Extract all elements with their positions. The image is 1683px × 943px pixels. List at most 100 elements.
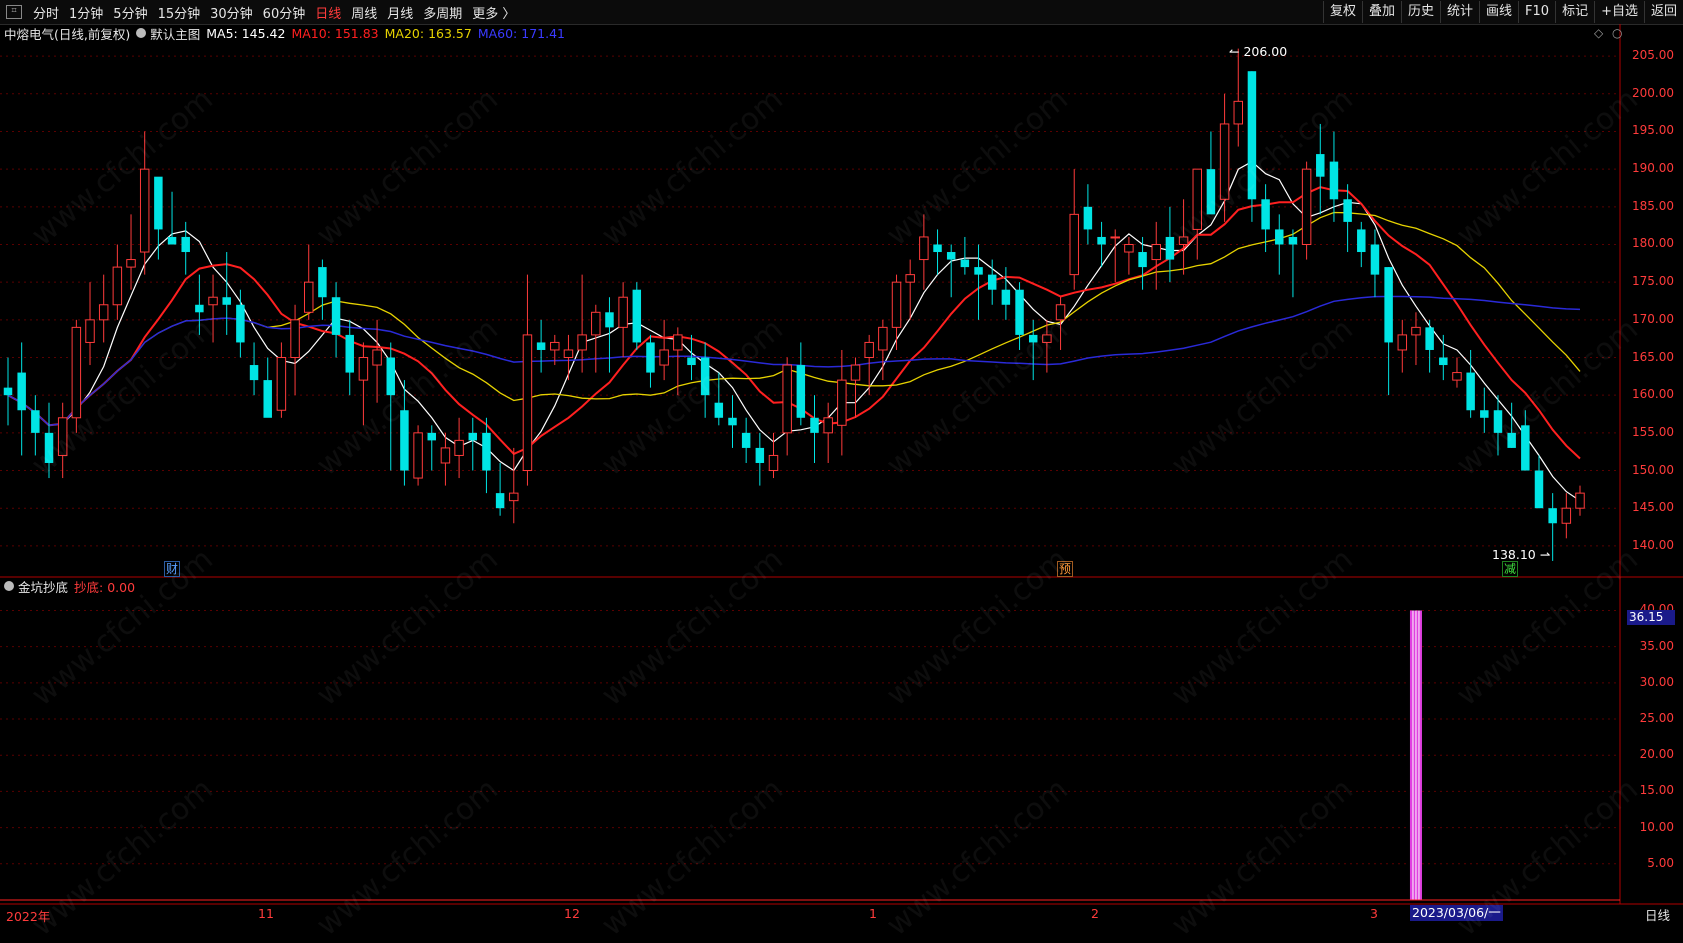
forecast-marker[interactable]: 预 — [1057, 561, 1073, 577]
price-tick-label: 195.00 — [1632, 123, 1674, 138]
price-tick-label: 165.00 — [1632, 349, 1674, 364]
candle-down — [236, 304, 245, 343]
candle-up — [290, 319, 300, 359]
candle-up — [276, 357, 287, 411]
candle-down — [386, 357, 395, 396]
candle-up — [454, 439, 464, 456]
period-tab-daily[interactable]: 日线 — [1645, 905, 1670, 924]
price-tick-label: 160.00 — [1632, 387, 1674, 402]
date-label-mar: 3 — [1370, 906, 1378, 921]
indicator-tick-label: 35.00 — [1639, 638, 1674, 653]
candle-down — [222, 297, 231, 305]
candle-up — [591, 311, 601, 336]
candle-up — [1178, 236, 1189, 245]
reduction-marker[interactable]: 减 — [1502, 561, 1518, 577]
date-label-jan: 1 — [869, 906, 877, 921]
candle-up — [782, 364, 792, 434]
candle-down — [427, 432, 436, 441]
candle-up — [673, 334, 683, 351]
price-tick-label: 180.00 — [1632, 236, 1674, 251]
date-label-feb: 2 — [1091, 906, 1099, 921]
candle-up — [139, 168, 150, 253]
candle-down — [605, 312, 614, 328]
low-annotation: 138.10 ⇀ — [1492, 547, 1551, 562]
candle-down — [1370, 244, 1380, 275]
candle-up — [358, 357, 369, 381]
candle-down — [960, 259, 970, 268]
indicator-value-tag: 36.15 — [1627, 610, 1675, 625]
candle-down — [1329, 161, 1339, 200]
candle-down — [755, 447, 765, 463]
indicator-tick-label: 15.00 — [1639, 783, 1674, 798]
candle-down — [1138, 252, 1147, 268]
price-tick-label: 155.00 — [1632, 424, 1674, 439]
candle-up — [1452, 372, 1462, 381]
candle-down — [482, 432, 491, 471]
candle-up — [837, 379, 847, 426]
candle-up — [864, 341, 874, 359]
candle-up — [1042, 334, 1052, 343]
candle-up — [303, 281, 314, 313]
candle-up — [1397, 334, 1408, 351]
candle-down — [1015, 289, 1024, 335]
price-tick-label: 145.00 — [1632, 500, 1674, 515]
candle-down — [741, 432, 751, 448]
candle-up — [618, 296, 628, 328]
candle-down — [1425, 327, 1434, 350]
candle-down — [1316, 154, 1325, 177]
price-tick-label: 140.00 — [1632, 537, 1674, 552]
price-tick-label: 200.00 — [1632, 85, 1674, 100]
candle-up — [768, 454, 779, 472]
circle-icon[interactable]: ○ — [1612, 26, 1622, 40]
candle-up — [1192, 168, 1202, 230]
candle-down — [154, 176, 163, 230]
diamond-icon[interactable]: ◇ — [1594, 26, 1603, 40]
price-tick-label: 185.00 — [1632, 198, 1674, 213]
candle-down — [345, 334, 354, 373]
candle-down — [987, 274, 997, 290]
indicator-tick-label: 5.00 — [1647, 855, 1674, 870]
kline-chart[interactable] — [0, 0, 1683, 924]
candle-down — [1288, 236, 1298, 245]
financial-report-marker[interactable]: 财 — [164, 561, 180, 577]
candle-down — [1001, 289, 1011, 305]
candle-up — [1110, 236, 1120, 239]
candle-down — [1521, 425, 1530, 471]
candle-down — [17, 372, 26, 411]
candle-up — [550, 341, 560, 351]
candle-up — [1069, 213, 1079, 276]
candle-down — [400, 410, 409, 471]
candle-down — [1165, 236, 1175, 260]
candle-down — [495, 493, 505, 509]
candle-down — [1534, 470, 1544, 509]
candle-up — [413, 432, 423, 479]
high-annotation: ↼ 206.00 — [1229, 44, 1288, 59]
candle-down — [1466, 372, 1475, 411]
candle-up — [1575, 492, 1585, 509]
indicator-tick-label: 10.00 — [1639, 819, 1674, 834]
candle-down — [810, 417, 819, 433]
candle-down — [536, 342, 546, 350]
candle-down — [946, 252, 956, 260]
candle-down — [468, 432, 478, 441]
candle-down — [1247, 71, 1257, 200]
cursor-date: 2023/03/06/一 — [1410, 905, 1503, 921]
candle-up — [57, 417, 68, 456]
indicator-tick-label: 25.00 — [1639, 711, 1674, 726]
candle-up — [891, 281, 902, 328]
price-tick-label: 175.00 — [1632, 274, 1674, 289]
candle-down — [1507, 432, 1516, 448]
candle-down — [1206, 169, 1216, 215]
candle-down — [1097, 236, 1106, 245]
candle-up — [1219, 123, 1230, 200]
candle-up — [1055, 304, 1066, 321]
candle-down — [974, 267, 983, 275]
candle-up — [905, 274, 915, 283]
candle-down — [249, 365, 259, 381]
candle-up — [1151, 243, 1161, 261]
candle-down — [728, 417, 737, 426]
candle-down — [687, 357, 696, 366]
candle-down — [1548, 508, 1557, 524]
candle-down — [31, 410, 40, 433]
candle-up — [1124, 243, 1134, 253]
